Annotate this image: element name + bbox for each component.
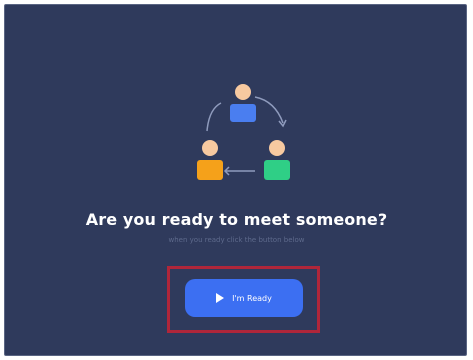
page-title: Are you ready to meet someone? [85, 210, 388, 229]
im-ready-button[interactable]: I'm Ready [185, 279, 303, 317]
people-matching-icon [197, 84, 290, 180]
play-icon [216, 293, 225, 303]
instruction-text: when you ready click the button below [168, 236, 305, 244]
im-ready-button-label: I'm Ready [232, 293, 272, 303]
meet-dialog: Are you ready to meet someone? when you … [4, 4, 467, 356]
